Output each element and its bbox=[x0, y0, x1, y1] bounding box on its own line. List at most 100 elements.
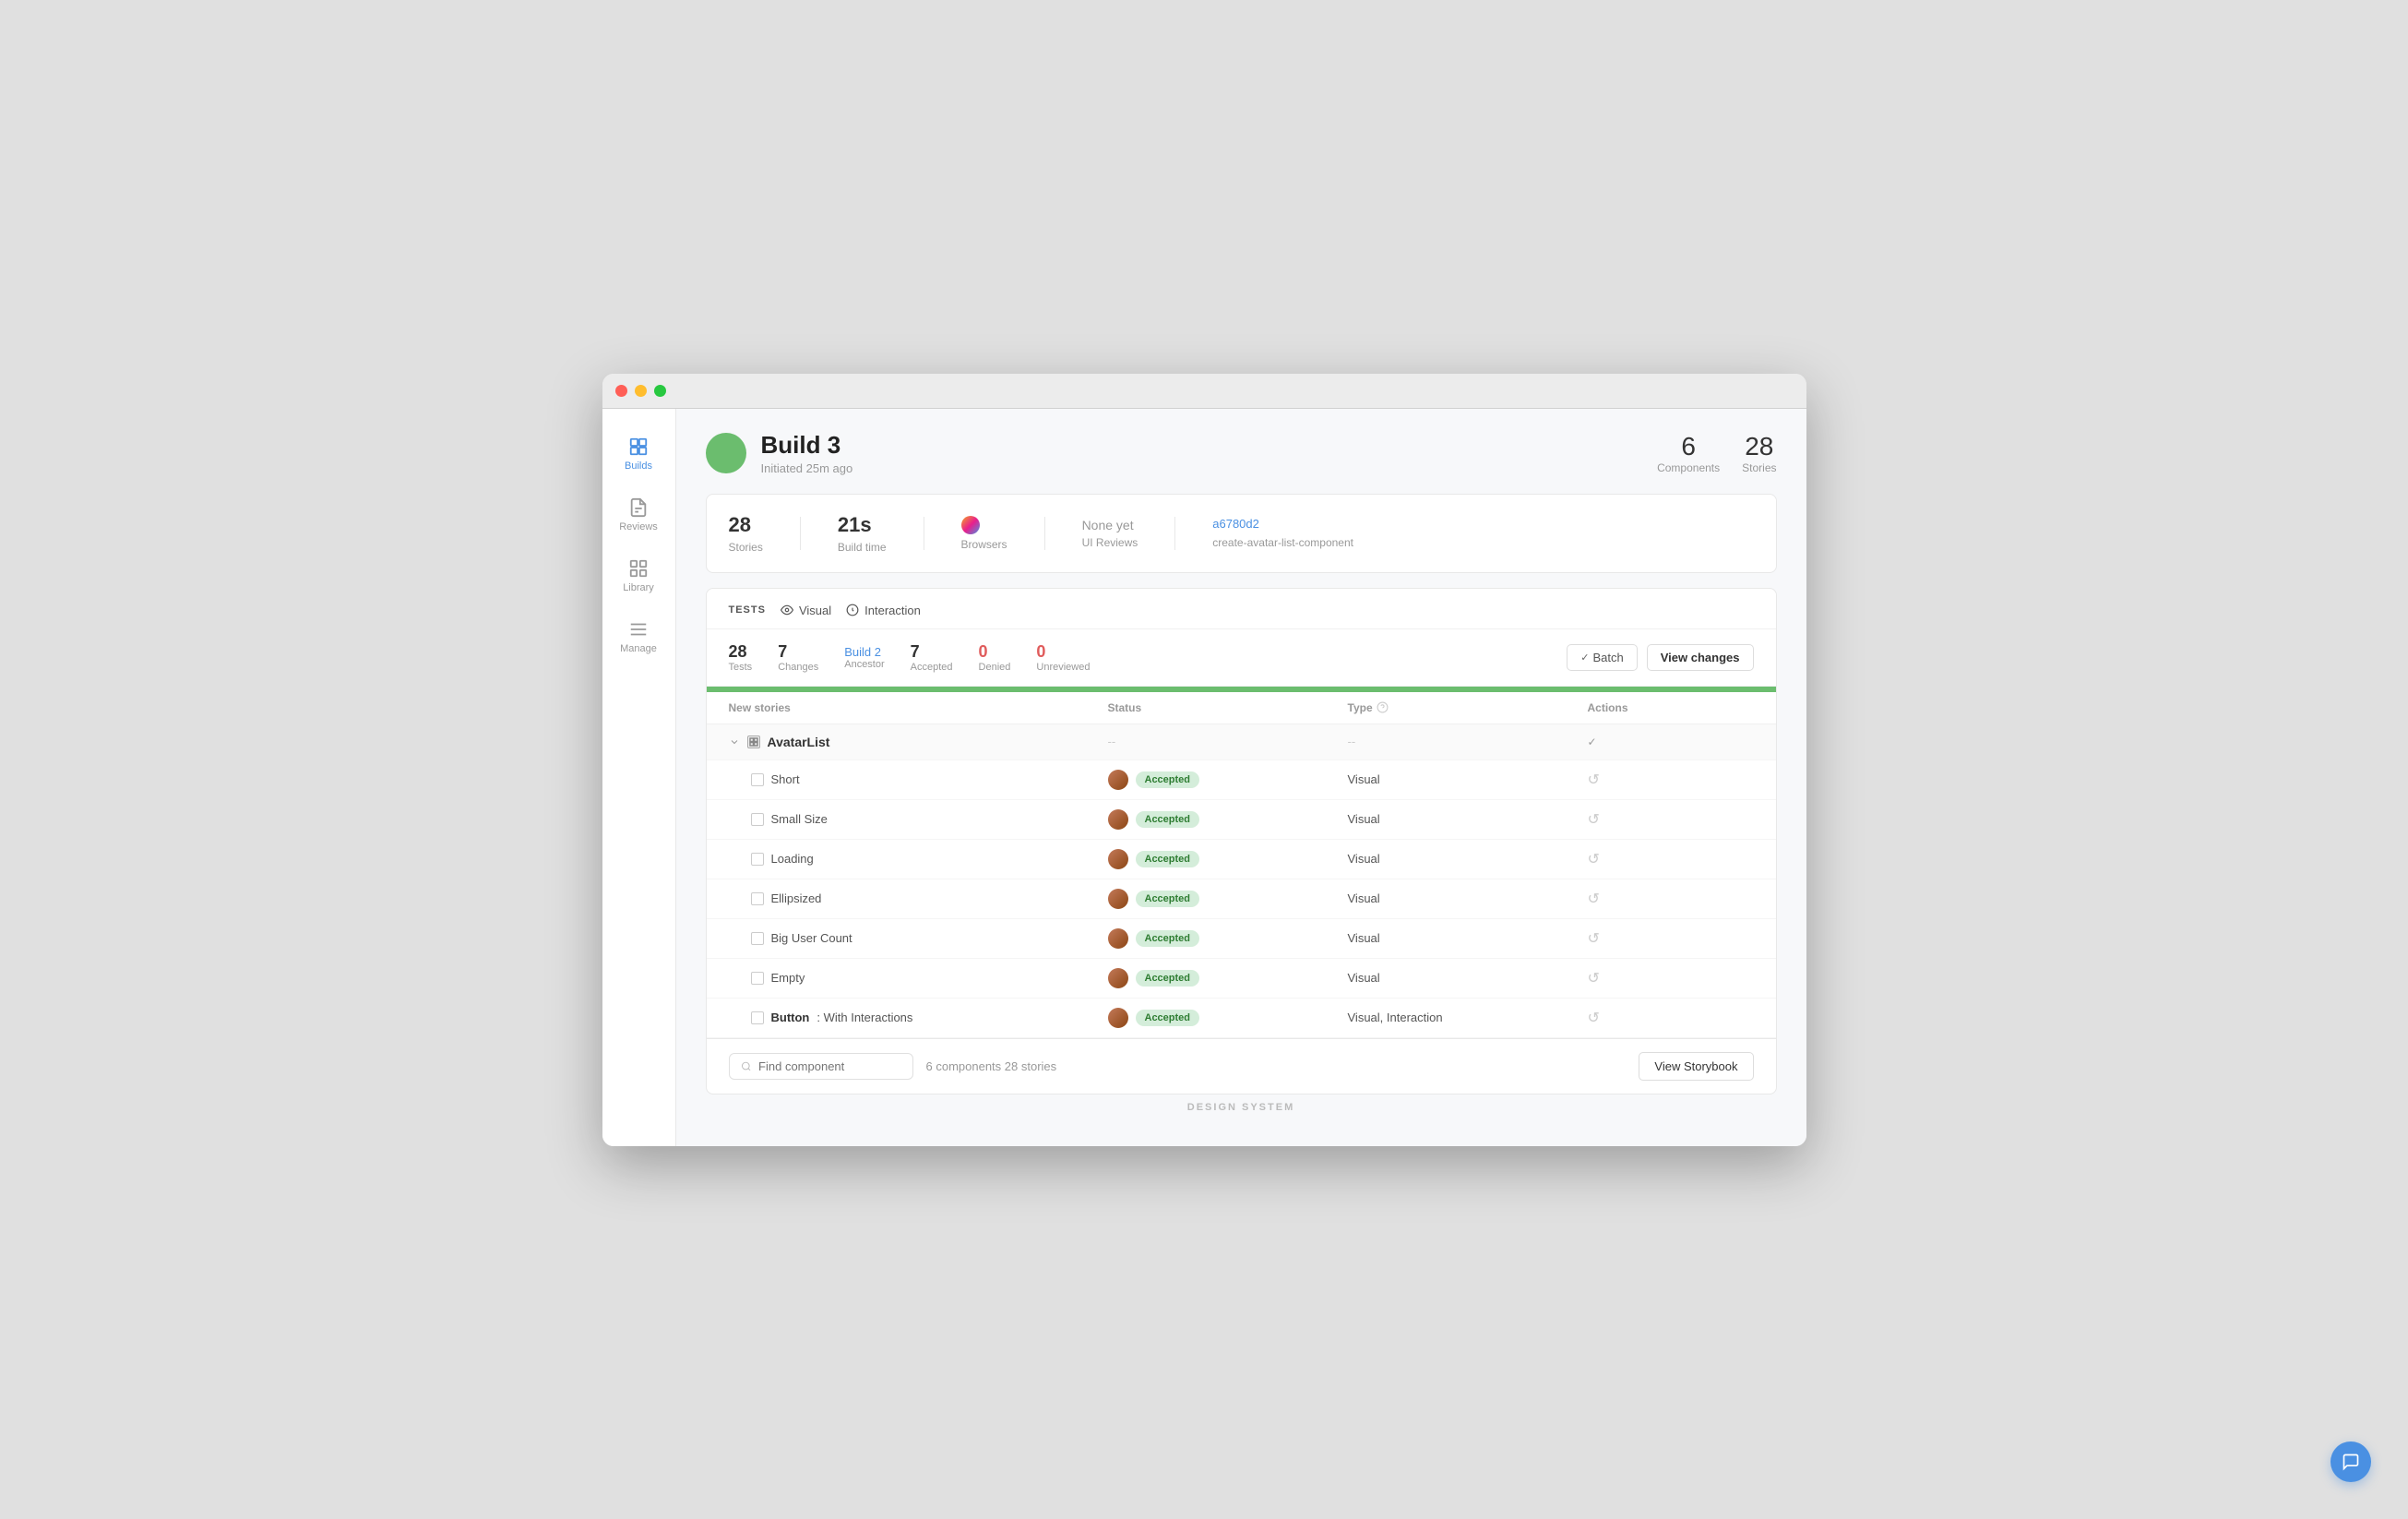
avatar-loading bbox=[1108, 849, 1128, 869]
action-empty: ↺ bbox=[1588, 969, 1754, 987]
view-changes-button[interactable]: View changes bbox=[1647, 644, 1754, 671]
stories-count: 28 bbox=[1742, 432, 1776, 461]
story-icon bbox=[751, 972, 764, 985]
titlebar bbox=[602, 374, 1806, 409]
undo-icon[interactable]: ↺ bbox=[1588, 852, 1600, 867]
accepted-badge-empty: Accepted bbox=[1136, 970, 1200, 987]
search-input[interactable] bbox=[758, 1059, 900, 1073]
sidebar-item-manage[interactable]: Manage bbox=[606, 610, 671, 664]
type-button: Visual, Interaction bbox=[1348, 1011, 1588, 1024]
commit-info: a6780d2 create-avatar-list-component bbox=[1212, 517, 1353, 549]
type-smallsize: Visual bbox=[1348, 812, 1588, 826]
tests-actions: ✓ Batch View changes bbox=[1567, 644, 1753, 671]
components-label: Components bbox=[1657, 461, 1720, 474]
th-stories: New stories bbox=[729, 701, 1108, 714]
table-row: Loading Accepted Visual ↺ bbox=[707, 840, 1776, 879]
footer-left: 6 components 28 stories bbox=[729, 1053, 1057, 1080]
avatar-smallsize bbox=[1108, 809, 1128, 830]
builds-label: Builds bbox=[625, 460, 652, 472]
stat-changes: 7 Changes bbox=[778, 642, 818, 673]
check-icon: ✓ bbox=[1580, 652, 1589, 664]
build-header: Build 3 Initiated 25m ago 6 Components 2… bbox=[706, 431, 1777, 475]
chat-icon bbox=[2342, 1453, 2360, 1471]
unreviewed-label: Unreviewed bbox=[1036, 662, 1090, 673]
accepted-badge-smallsize: Accepted bbox=[1136, 811, 1200, 828]
sidebar-item-library[interactable]: Library bbox=[606, 549, 671, 603]
undo-icon[interactable]: ↺ bbox=[1588, 812, 1600, 828]
batch-button[interactable]: ✓ Batch bbox=[1567, 644, 1637, 671]
interaction-icon bbox=[846, 604, 859, 616]
type-ellipsized: Visual bbox=[1348, 891, 1588, 905]
browsers-label: Browsers bbox=[961, 538, 1007, 551]
action-loading: ↺ bbox=[1588, 850, 1754, 868]
app-window: Builds Reviews Library bbox=[602, 374, 1806, 1146]
table-row: Button : With Interactions Accepted Visua… bbox=[707, 999, 1776, 1038]
main-content: Build 3 Initiated 25m ago 6 Components 2… bbox=[676, 409, 1806, 1146]
uireviews-label: UI Reviews bbox=[1082, 536, 1138, 549]
row-name-smallsize: Small Size bbox=[751, 812, 1108, 826]
filter-visual[interactable]: Visual bbox=[781, 604, 831, 617]
sidebar: Builds Reviews Library bbox=[602, 409, 676, 1146]
components-count: 6 bbox=[1657, 432, 1720, 461]
table-row: Short Accepted Visual ↺ bbox=[707, 760, 1776, 800]
sidebar-item-reviews[interactable]: Reviews bbox=[606, 488, 671, 542]
search-box[interactable] bbox=[729, 1053, 913, 1080]
batch-label: Batch bbox=[1593, 651, 1624, 664]
accepted-num: 7 bbox=[911, 642, 953, 662]
story-icon bbox=[751, 813, 764, 826]
status-cell-empty: Accepted bbox=[1108, 968, 1348, 988]
type-short: Visual bbox=[1348, 772, 1588, 786]
filter-interaction[interactable]: Interaction bbox=[846, 604, 921, 617]
group-name-text: AvatarList bbox=[768, 735, 830, 749]
undo-icon[interactable]: ↺ bbox=[1588, 931, 1600, 947]
avatar-empty bbox=[1108, 968, 1128, 988]
view-storybook-button[interactable]: View Storybook bbox=[1639, 1052, 1753, 1081]
sidebar-item-builds[interactable]: Builds bbox=[606, 427, 671, 481]
stat-ancestor: Build 2 Ancestor bbox=[844, 645, 884, 670]
commit-hash[interactable]: a6780d2 bbox=[1212, 517, 1353, 531]
manage-icon bbox=[628, 619, 649, 640]
changes-label: Changes bbox=[778, 662, 818, 673]
type-help-icon bbox=[1377, 701, 1389, 713]
component-icon bbox=[747, 736, 760, 748]
fullscreen-button[interactable] bbox=[654, 385, 666, 397]
unreviewed-num: 0 bbox=[1036, 642, 1090, 662]
accepted-badge-loading: Accepted bbox=[1136, 851, 1200, 867]
group-check-icon[interactable]: ✓ bbox=[1588, 736, 1597, 748]
uireviews-num: None yet bbox=[1082, 518, 1138, 532]
uireviews-info: None yet UI Reviews bbox=[1082, 518, 1138, 549]
table-row: Big User Count Accepted Visual ↺ bbox=[707, 919, 1776, 959]
th-actions: Actions bbox=[1588, 701, 1754, 714]
undo-icon[interactable]: ↺ bbox=[1588, 971, 1600, 987]
row-text-bigusercount: Big User Count bbox=[771, 931, 852, 945]
undo-icon[interactable]: ↺ bbox=[1588, 891, 1600, 907]
buildtime-label: Build time bbox=[838, 541, 887, 554]
reviews-label: Reviews bbox=[619, 521, 658, 532]
stat-denied: 0 Denied bbox=[979, 642, 1011, 673]
reviews-icon bbox=[628, 497, 649, 518]
total-num: 28 bbox=[729, 642, 753, 662]
minimize-button[interactable] bbox=[635, 385, 647, 397]
row-text-button-bold: Button bbox=[771, 1011, 810, 1024]
chat-button[interactable] bbox=[2331, 1441, 2371, 1482]
stat-components: 6 Components bbox=[1657, 432, 1720, 474]
undo-icon[interactable]: ↺ bbox=[1588, 772, 1600, 788]
build-info-card: 28 Stories 21s Build time Browsers bbox=[706, 494, 1777, 573]
undo-icon[interactable]: ↺ bbox=[1588, 1011, 1600, 1026]
row-text-short: Short bbox=[771, 772, 800, 786]
close-button[interactable] bbox=[615, 385, 627, 397]
build-left: Build 3 Initiated 25m ago bbox=[706, 431, 853, 475]
tests-section: TESTS Visual Interaction bbox=[706, 588, 1777, 1094]
table-header: New stories Status Type Actions bbox=[707, 692, 1776, 724]
group-name-avatarlist: AvatarList bbox=[729, 735, 1108, 749]
stat-accepted: 7 Accepted bbox=[911, 642, 953, 673]
row-text-loading: Loading bbox=[771, 852, 814, 866]
row-name-button: Button : With Interactions bbox=[751, 1011, 1108, 1024]
ancestor-link[interactable]: Build 2 bbox=[844, 645, 884, 659]
status-cell-button: Accepted bbox=[1108, 1008, 1348, 1028]
row-text-button-suffix: : With Interactions bbox=[817, 1011, 912, 1024]
row-name-loading: Loading bbox=[751, 852, 1108, 866]
stories-num: 28 bbox=[729, 513, 763, 537]
tests-stats-row: 28 Tests 7 Changes Build 2 Ancestor 7 bbox=[707, 629, 1776, 687]
story-icon bbox=[751, 773, 764, 786]
